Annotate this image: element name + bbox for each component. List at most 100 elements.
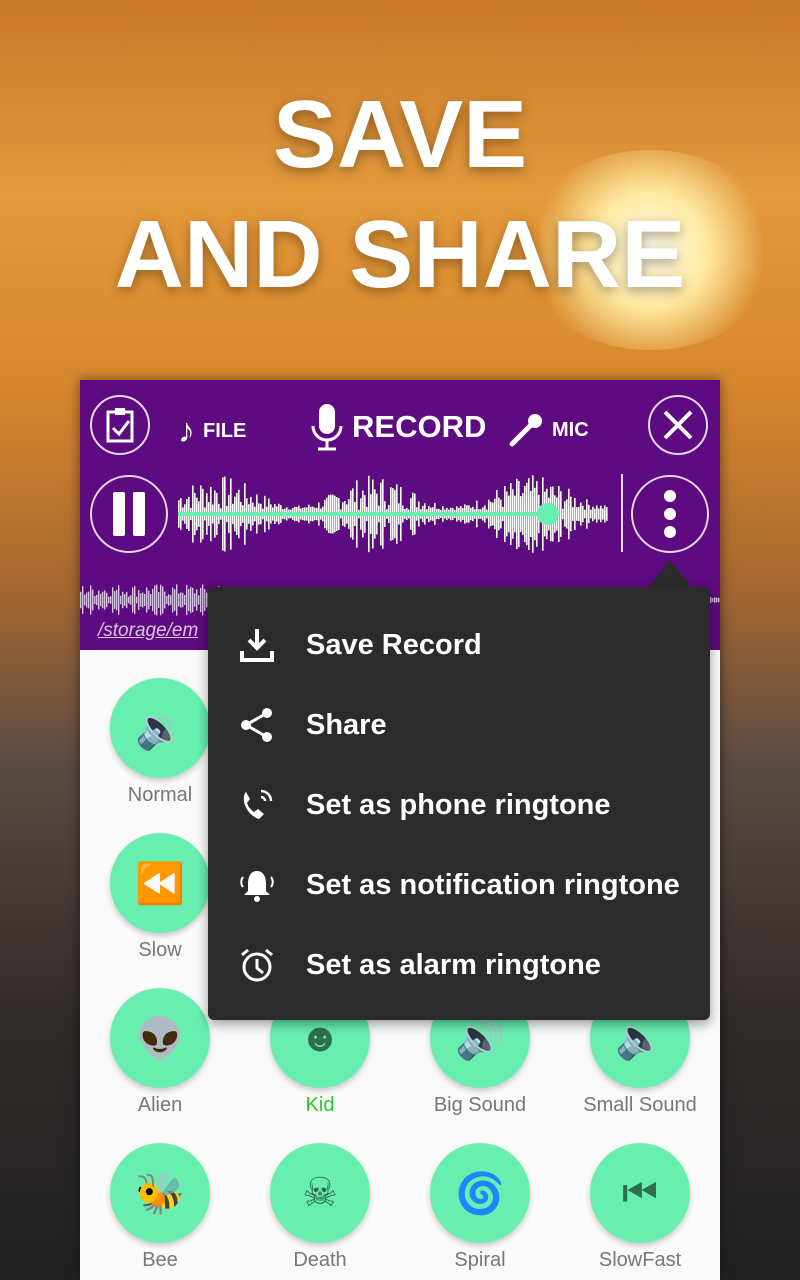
tab-file[interactable]: ♪ FILE (178, 412, 246, 451)
wave-bar (604, 505, 606, 523)
progress-line (178, 512, 548, 516)
rewind-icon: ⏪ (110, 833, 210, 933)
tab-record[interactable]: RECORD (310, 402, 486, 452)
file-path-link[interactable]: /storage/em (98, 620, 198, 642)
overview-bar (90, 585, 92, 615)
effect-label: Small Sound (583, 1094, 697, 1116)
overview-bar (104, 590, 106, 610)
overview-bar (170, 595, 172, 605)
spiral-icon: 🌀 (430, 1143, 530, 1243)
menu-item-label: Set as alarm ringtone (306, 948, 601, 981)
more-vertical-icon (664, 490, 676, 538)
overview-bar (150, 594, 152, 606)
microphone-icon (311, 404, 343, 451)
clipboard-button[interactable] (90, 395, 150, 455)
overview-bar (102, 591, 104, 609)
wave-bar (586, 499, 588, 529)
wave-bar (564, 501, 566, 527)
overview-bar (88, 591, 90, 609)
handheld-mic-icon (509, 414, 542, 447)
overview-bar (138, 590, 140, 610)
tab-record-label: RECORD (352, 409, 487, 444)
overview-bar (148, 590, 150, 610)
overview-bar (108, 596, 110, 604)
overview-bar (106, 592, 108, 608)
menu-item-share[interactable]: Share (208, 685, 710, 765)
overview-bar (716, 597, 718, 603)
wave-bar (576, 507, 578, 521)
overview-bar (92, 589, 94, 611)
overview-bar (710, 597, 712, 603)
overview-bar (130, 595, 132, 605)
menu-item-save-record[interactable]: Save Record (208, 605, 710, 685)
slowfast-icon: ⏮ (590, 1143, 690, 1243)
speaker-icon: 🔉 (110, 678, 210, 778)
overview-bar (178, 593, 180, 607)
menu-item-set-as-notification-ringtone[interactable]: Set as notification ringtone (208, 845, 710, 925)
effect-slowfast[interactable]: ⏮ SlowFast (560, 1143, 720, 1272)
overview-bar (96, 594, 98, 606)
overview-bar (714, 597, 716, 603)
overview-bar (712, 598, 714, 602)
overview-bar (180, 592, 182, 608)
overview-bar (204, 589, 206, 611)
end-marker (621, 474, 623, 552)
overview-bar (140, 593, 142, 607)
bee-icon: 🐝 (110, 1143, 210, 1243)
overview-bar (152, 588, 154, 612)
waveform-seekbar[interactable] (178, 472, 628, 556)
overview-bar (86, 592, 88, 608)
wave-bar (574, 497, 576, 531)
effect-spiral[interactable]: 🌀 Spiral (400, 1143, 560, 1272)
alarm-icon (241, 948, 273, 982)
overview-bar (168, 594, 170, 606)
effect-death[interactable]: ☠ Death (240, 1143, 400, 1272)
effect-label: Bee (142, 1249, 178, 1271)
skull-icon: ☠ (270, 1143, 370, 1243)
promo-title-line2: AND SHARE (114, 201, 686, 308)
effect-label: Spiral (454, 1249, 506, 1271)
menu-arrow (648, 560, 692, 588)
overview-bar (192, 587, 194, 613)
overview-bar (120, 595, 122, 605)
wave-bar (606, 507, 608, 521)
effect-label: Death (293, 1249, 347, 1271)
menu-item-set-as-alarm-ringtone[interactable]: Set as alarm ringtone (208, 925, 710, 1005)
wave-bar (570, 496, 572, 532)
overview-bar (162, 586, 164, 614)
menu-item-set-as-phone-ringtone[interactable]: Set as phone ringtone (208, 765, 710, 845)
more-options-button[interactable] (631, 475, 709, 553)
overview-bar (80, 591, 82, 609)
menu-item-label: Share (306, 708, 387, 741)
overview-bar (182, 592, 184, 608)
overview-bar (196, 589, 198, 611)
overview-bar (172, 587, 174, 613)
wave-bar (578, 506, 580, 522)
effect-label: SlowFast (598, 1249, 682, 1271)
overview-bar (122, 591, 124, 609)
tools-button[interactable] (648, 395, 708, 455)
pause-button[interactable] (90, 475, 168, 553)
overview-bar (100, 593, 102, 607)
wave-bar (592, 506, 594, 522)
overview-bar (198, 595, 200, 605)
tab-file-label: FILE (203, 420, 247, 442)
effect-label: Kid (305, 1094, 335, 1116)
overview-bar (176, 584, 178, 616)
overview-bar (166, 595, 168, 605)
tab-mic[interactable]: MIC (508, 412, 589, 448)
overview-bar (128, 596, 130, 604)
menu-item-label: Set as notification ringtone (306, 868, 680, 901)
wave-bar (588, 504, 590, 524)
overview-bar (142, 592, 144, 608)
overview-bar (200, 587, 202, 613)
pause-icon (113, 492, 145, 536)
seek-thumb[interactable] (536, 503, 559, 525)
wave-bar (584, 509, 586, 519)
overview-bar (190, 586, 192, 614)
effect-bee[interactable]: 🐝 Bee (80, 1143, 240, 1272)
overview-bar (118, 585, 120, 615)
overview-bar (718, 597, 720, 603)
overview-bar (154, 585, 156, 615)
overview-bar (94, 595, 96, 605)
